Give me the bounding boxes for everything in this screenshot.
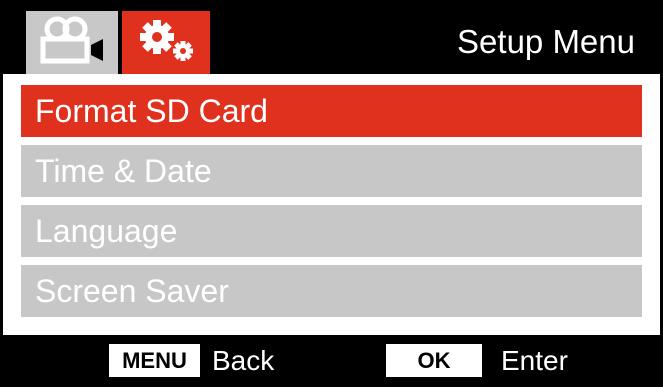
setup-menu-list: Format SD Card Time & Date Language Scre… [0, 74, 663, 335]
enter-label: Enter [501, 345, 568, 376]
tab-setup[interactable] [122, 11, 210, 74]
back-label: Back [212, 345, 275, 376]
menu-item-screen-saver[interactable]: Screen Saver [21, 265, 642, 317]
ok-key-button[interactable]: OK [386, 344, 482, 377]
menu-item-time-date[interactable]: Time & Date [21, 145, 642, 197]
video-camera-icon [37, 15, 107, 70]
footer-bar: MENU Back OK Enter [0, 335, 663, 387]
header-bar: Setup Menu [0, 0, 663, 74]
gears-icon [133, 15, 199, 70]
menu-item-language[interactable]: Language [21, 205, 642, 257]
page-title: Setup Menu [457, 23, 635, 60]
menu-key-button[interactable]: MENU [109, 344, 200, 377]
tab-video[interactable] [26, 11, 118, 74]
menu-item-format-sd-card[interactable]: Format SD Card [21, 85, 642, 137]
setup-screen: Setup Menu Format SD Card Time & Date La… [0, 0, 663, 387]
